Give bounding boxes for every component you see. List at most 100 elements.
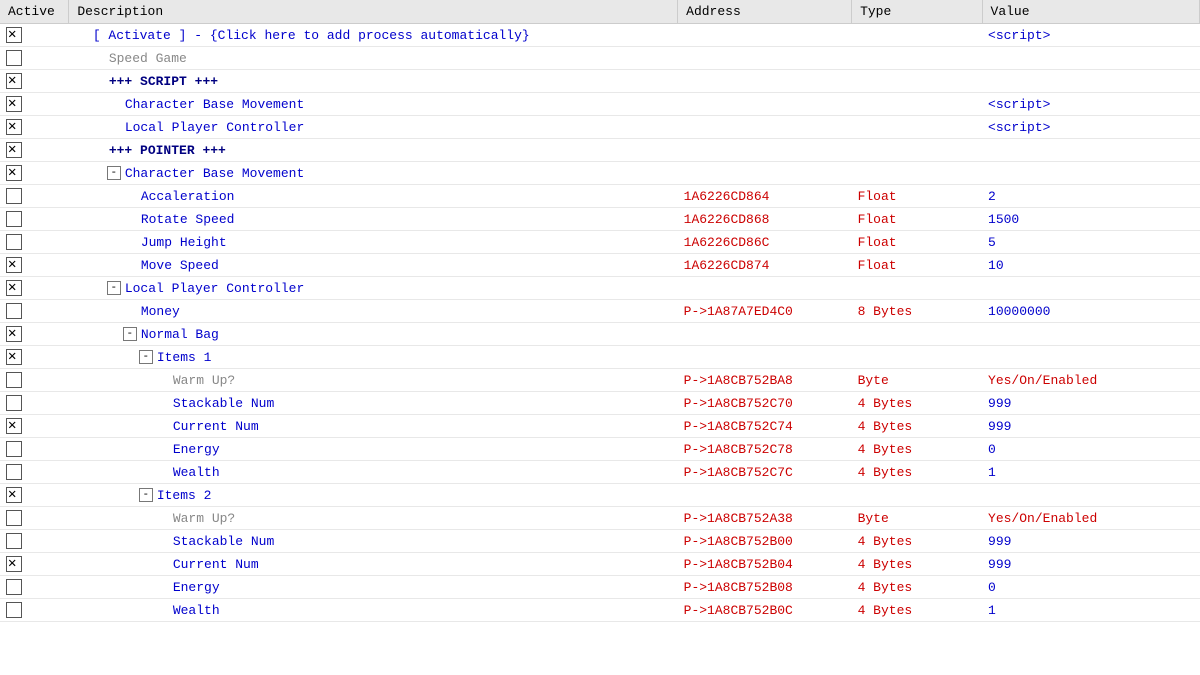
spacer [155, 603, 171, 617]
checkbox[interactable] [6, 579, 22, 595]
value-cell: Yes/On/Enabled [982, 507, 1199, 530]
address-cell: P->1A8CB752C78 [678, 438, 852, 461]
checkbox[interactable] [6, 73, 22, 89]
table-row[interactable]: -Character Base Movement [0, 162, 1200, 185]
description-text: Local Player Controller [125, 281, 304, 296]
checkbox[interactable] [6, 464, 22, 480]
type-cell: 4 Bytes [852, 438, 982, 461]
checkbox[interactable] [6, 418, 22, 434]
checkbox[interactable] [6, 165, 22, 181]
value-cell: 1 [982, 461, 1199, 484]
checkbox[interactable] [6, 510, 22, 526]
checkbox[interactable] [6, 395, 22, 411]
address-cell [678, 277, 852, 300]
table-row[interactable]: Character Base Movement<script> [0, 93, 1200, 116]
type-cell [852, 139, 982, 162]
checkbox[interactable] [6, 303, 22, 319]
description-text: Speed Game [109, 51, 187, 66]
description-text: Accaleration [141, 189, 235, 204]
checkbox[interactable] [6, 602, 22, 618]
active-cell [0, 599, 69, 622]
value-cell: <script> [982, 93, 1199, 116]
value-cell [982, 346, 1199, 369]
checkbox[interactable] [6, 533, 22, 549]
checkbox[interactable] [6, 142, 22, 158]
table-row[interactable]: -Items 2 [0, 484, 1200, 507]
description-cell: [ Activate ] - {Click here to add proces… [69, 24, 678, 47]
checkbox[interactable] [6, 188, 22, 204]
expand-icon[interactable]: - [123, 327, 137, 341]
table-row[interactable]: -Items 1 [0, 346, 1200, 369]
active-cell [0, 162, 69, 185]
active-cell [0, 530, 69, 553]
table-row[interactable]: EnergyP->1A8CB752B084 Bytes0 [0, 576, 1200, 599]
description-text: Energy [173, 442, 220, 457]
type-cell: Byte [852, 369, 982, 392]
checkbox[interactable] [6, 211, 22, 227]
table-row[interactable]: EnergyP->1A8CB752C784 Bytes0 [0, 438, 1200, 461]
checkbox[interactable] [6, 487, 22, 503]
description-cell: Accaleration [69, 185, 678, 208]
checkbox[interactable] [6, 349, 22, 365]
table-row[interactable]: Jump Height1A6226CD86CFloat5 [0, 231, 1200, 254]
value-cell [982, 162, 1199, 185]
expand-icon[interactable]: - [139, 488, 153, 502]
expand-icon[interactable]: - [139, 350, 153, 364]
checkbox[interactable] [6, 119, 22, 135]
table-row[interactable]: Warm Up?P->1A8CB752A38ByteYes/On/Enabled [0, 507, 1200, 530]
table-row[interactable]: +++ POINTER +++ [0, 139, 1200, 162]
value-cell: 1 [982, 599, 1199, 622]
table-row[interactable]: Warm Up?P->1A8CB752BA8ByteYes/On/Enabled [0, 369, 1200, 392]
description-cell: Warm Up? [69, 507, 678, 530]
value-cell: <script> [982, 116, 1199, 139]
table-row[interactable]: +++ SCRIPT +++ [0, 70, 1200, 93]
address-cell: 1A6226CD86C [678, 231, 852, 254]
table-row[interactable]: Accaleration1A6226CD864Float2 [0, 185, 1200, 208]
checkbox[interactable] [6, 96, 22, 112]
checkbox[interactable] [6, 372, 22, 388]
table-header: Active Description Address Type Value [0, 0, 1200, 24]
table-row[interactable]: Speed Game [0, 47, 1200, 70]
checkbox[interactable] [6, 326, 22, 342]
spacer [123, 258, 139, 272]
table-row[interactable]: Local Player Controller<script> [0, 116, 1200, 139]
table-row[interactable]: WealthP->1A8CB752C7C4 Bytes1 [0, 461, 1200, 484]
value-cell: 5 [982, 231, 1199, 254]
description-text: Warm Up? [173, 373, 235, 388]
address-cell: P->1A8CB752B0C [678, 599, 852, 622]
address-cell: P->1A8CB752B00 [678, 530, 852, 553]
active-cell [0, 461, 69, 484]
spacer [155, 557, 171, 571]
table-row[interactable]: Rotate Speed1A6226CD868Float1500 [0, 208, 1200, 231]
table-row[interactable]: MoneyP->1A87A7ED4C08 Bytes10000000 [0, 300, 1200, 323]
table-row[interactable]: -Local Player Controller [0, 277, 1200, 300]
checkbox[interactable] [6, 50, 22, 66]
checkbox[interactable] [6, 234, 22, 250]
description-text: Current Num [173, 419, 259, 434]
table-row[interactable]: WealthP->1A8CB752B0C4 Bytes1 [0, 599, 1200, 622]
checkbox[interactable] [6, 441, 22, 457]
expand-icon[interactable]: - [107, 281, 121, 295]
table-row[interactable]: Current NumP->1A8CB752B044 Bytes999 [0, 553, 1200, 576]
active-cell [0, 438, 69, 461]
checkbox[interactable] [6, 556, 22, 572]
table-row[interactable]: -Normal Bag [0, 323, 1200, 346]
header-type: Type [852, 0, 982, 24]
value-cell: 999 [982, 553, 1199, 576]
table-row[interactable]: [ Activate ] - {Click here to add proces… [0, 24, 1200, 47]
header-value: Value [982, 0, 1199, 24]
address-cell: P->1A87A7ED4C0 [678, 300, 852, 323]
table-row[interactable]: Stackable NumP->1A8CB752B004 Bytes999 [0, 530, 1200, 553]
active-cell [0, 369, 69, 392]
spacer [123, 304, 139, 318]
checkbox[interactable] [6, 257, 22, 273]
checkbox[interactable] [6, 280, 22, 296]
checkbox[interactable] [6, 27, 22, 43]
table-row[interactable]: Move Speed1A6226CD874Float10 [0, 254, 1200, 277]
table-row[interactable]: Stackable NumP->1A8CB752C704 Bytes999 [0, 392, 1200, 415]
value-cell: <script> [982, 24, 1199, 47]
value-cell [982, 47, 1199, 70]
expand-icon[interactable]: - [107, 166, 121, 180]
table-row[interactable]: Current NumP->1A8CB752C744 Bytes999 [0, 415, 1200, 438]
spacer [91, 143, 107, 157]
